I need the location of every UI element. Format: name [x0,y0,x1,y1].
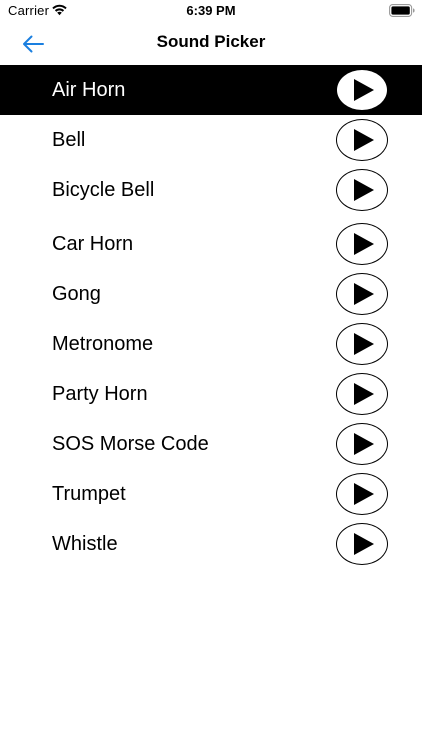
sound-list: Air Horn Bell Bicycle Bell Car Horn Gong Metr… [0,65,422,569]
sound-row[interactable]: Gong [0,269,422,319]
play-icon [354,433,374,455]
sound-label: Metronome [52,333,154,355]
play-button[interactable] [336,169,388,211]
sound-row[interactable]: Bell [0,115,422,165]
play-icon [354,283,374,305]
play-icon [354,79,374,101]
battery-icon [389,4,415,17]
sound-label: Gong [52,283,101,305]
play-icon [354,383,374,405]
sound-label: Car Horn [52,233,134,255]
sound-label: Air Horn [52,79,126,101]
sound-label: Bicycle Bell [52,179,155,201]
sound-row[interactable]: Whistle [0,519,422,569]
navigation-bar: Sound Picker [0,24,422,64]
play-icon [354,179,374,201]
play-button[interactable] [336,323,388,365]
sound-label: Bell [52,129,86,151]
sound-row[interactable]: Car Horn [0,219,422,269]
play-button[interactable] [336,69,388,111]
page-title: Sound Picker [156,32,266,51]
status-bar: Carrier 6:39 PM [0,0,422,24]
sound-row[interactable]: Bicycle Bell [0,165,422,215]
play-button[interactable] [336,273,388,315]
play-button[interactable] [336,373,388,415]
play-icon [354,533,374,555]
sound-label: Whistle [52,533,118,555]
sound-row[interactable]: Metronome [0,319,422,369]
sound-row[interactable]: SOS Morse Code [0,419,422,469]
play-button[interactable] [336,119,388,161]
play-icon [354,233,374,255]
sound-row[interactable]: Air Horn [0,65,422,115]
sound-row[interactable]: Party Horn [0,369,422,419]
play-icon [354,129,374,151]
play-button[interactable] [336,473,388,515]
play-button[interactable] [336,223,388,265]
play-icon [354,333,374,355]
sound-label: SOS Morse Code [52,433,209,455]
play-button[interactable] [336,423,388,465]
status-time: 6:39 PM [186,3,236,18]
sound-label: Party Horn [52,383,148,405]
sound-row[interactable]: Trumpet [0,469,422,519]
play-button[interactable] [336,523,388,565]
play-icon [354,483,374,505]
sound-label: Trumpet [52,483,126,505]
